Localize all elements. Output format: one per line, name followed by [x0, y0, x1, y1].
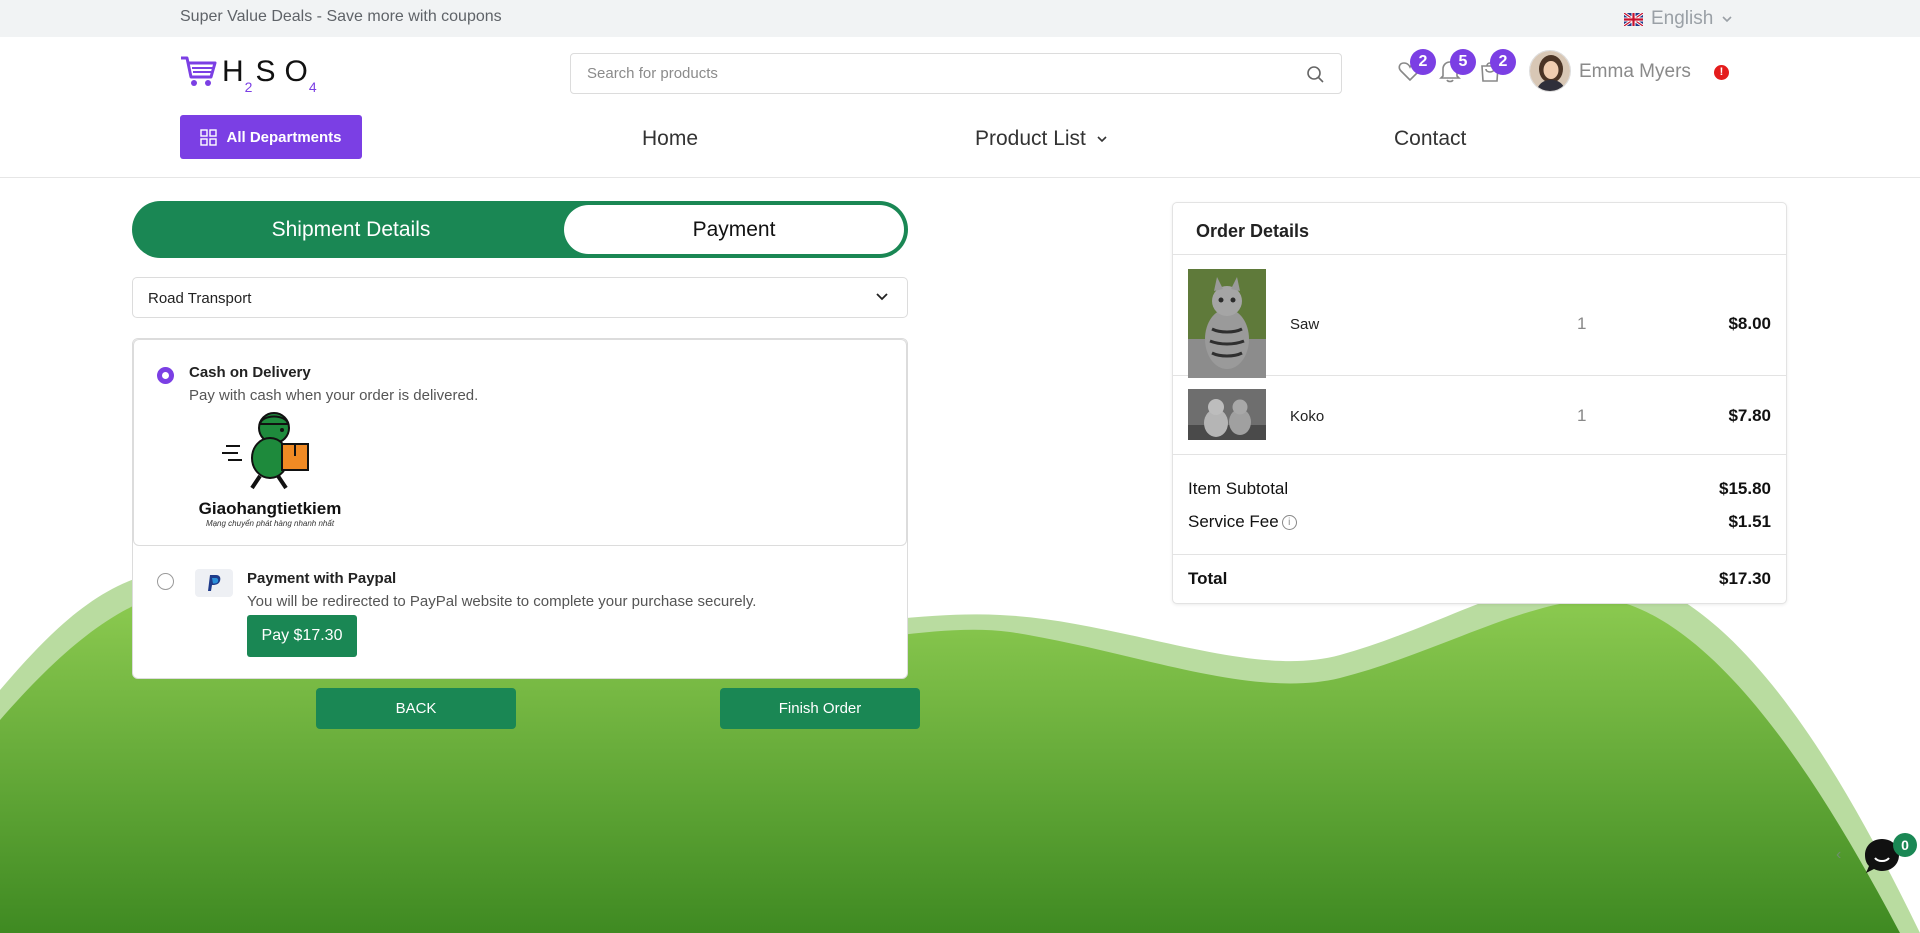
transport-select[interactable]: Road Transport	[132, 277, 908, 318]
option-cash-on-delivery[interactable]: Cash on Delivery Pay with cash when your…	[133, 339, 907, 546]
courier-mascot-icon	[222, 412, 309, 490]
chevron-down-icon	[1097, 136, 1107, 143]
notifications-count-badge: 5	[1450, 49, 1476, 75]
cod-title: Cash on Delivery	[189, 364, 311, 381]
user-photo	[1530, 51, 1570, 91]
chevron-down-icon	[876, 293, 888, 301]
nav-home[interactable]: Home	[642, 127, 698, 151]
avatar[interactable]	[1529, 50, 1571, 92]
chevron-down-icon	[1722, 16, 1732, 23]
paypal-radio[interactable]	[157, 573, 174, 590]
tab-payment[interactable]: Payment	[564, 205, 904, 254]
user-name[interactable]: Emma Myers	[1579, 61, 1691, 83]
search-bar	[570, 53, 1342, 94]
uk-flag-icon	[1624, 12, 1643, 26]
order-item-price: $8.00	[1728, 314, 1771, 333]
all-departments-label: All Departments	[226, 128, 342, 146]
payment-methods: Cash on Delivery Pay with cash when your…	[132, 338, 908, 679]
language-selector[interactable]: English	[1624, 8, 1733, 30]
order-details-title: Order Details	[1173, 203, 1786, 255]
nav-product-list[interactable]: Product List	[975, 127, 1108, 151]
chevron-left-icon[interactable]: ‹	[1836, 846, 1841, 864]
transport-value: Road Transport	[148, 290, 252, 307]
cart-count-badge: 2	[1490, 49, 1516, 75]
order-item-qty: 1	[1577, 406, 1587, 425]
cod-radio[interactable]	[157, 367, 174, 384]
divider	[1173, 554, 1786, 555]
product-image-koko	[1188, 389, 1266, 440]
subtotal-row: Item Subtotal $15.80	[1188, 479, 1771, 499]
paypal-description: You will be redirected to PayPal website…	[247, 593, 757, 610]
paypal-icon	[195, 569, 233, 597]
total-label: Total	[1188, 569, 1228, 588]
notifications-button[interactable]: 5	[1436, 49, 1476, 85]
service-fee-value: $1.51	[1728, 512, 1771, 531]
order-details-card: Order Details Saw 1 $8.00 Koko 1 $7.80 I…	[1172, 202, 1787, 604]
total-value: $17.30	[1719, 569, 1771, 588]
delivery-partner-name: Giaohangtietkiem	[198, 499, 342, 518]
site-logo[interactable]: H2SO4	[180, 55, 318, 95]
delivery-partner-tagline: Mạng chuyển phát hàng nhanh nhất	[205, 519, 335, 528]
cod-description: Pay with cash when your order is deliver…	[189, 387, 479, 404]
service-fee-label: Service Fee	[1188, 512, 1279, 531]
pay-with-paypal-button[interactable]: Pay $17.30	[247, 615, 357, 657]
all-departments-button[interactable]: All Departments	[180, 115, 362, 159]
order-item-name: Saw	[1290, 316, 1320, 333]
total-row: Total $17.30	[1188, 569, 1771, 589]
paypal-title: Payment with Paypal	[247, 570, 397, 587]
search-input[interactable]	[571, 54, 1271, 93]
order-item: Koko 1 $7.80	[1173, 376, 1786, 455]
tab-shipment-details[interactable]: Shipment Details	[136, 205, 566, 254]
checkout-step-tabs: Shipment Details Payment	[132, 201, 908, 258]
search-icon[interactable]	[1306, 65, 1325, 84]
cart-button[interactable]: 2	[1476, 49, 1516, 85]
logo-text: H2SO4	[222, 55, 318, 95]
subtotal-value: $15.80	[1719, 479, 1771, 498]
site-header: H2SO4 2 5 2 Emma Myers !	[0, 37, 1920, 178]
info-icon[interactable]: i	[1281, 515, 1297, 531]
order-item-qty: 1	[1577, 314, 1587, 333]
cart-logo-icon	[181, 56, 217, 86]
nav-product-list-label: Product List	[975, 127, 1086, 150]
subtotal-label: Item Subtotal	[1188, 479, 1289, 498]
grid-icon	[200, 128, 218, 146]
order-item-name: Koko	[1290, 408, 1325, 425]
nav-contact[interactable]: Contact	[1394, 127, 1466, 151]
order-item: Saw 1 $8.00	[1173, 255, 1786, 378]
chat-unread-badge: 0	[1893, 833, 1917, 857]
order-item-price: $7.80	[1728, 406, 1771, 425]
service-fee-label-wrap: Service Fee i	[1188, 512, 1297, 532]
back-button[interactable]: BACK	[316, 688, 516, 729]
alert-icon[interactable]: !	[1714, 65, 1729, 80]
wishlist-count-badge: 2	[1410, 49, 1436, 75]
language-label: English	[1651, 8, 1714, 29]
promo-text: Super Value Deals - Save more with coupo…	[180, 8, 502, 25]
top-bar: Super Value Deals - Save more with coupo…	[0, 0, 1920, 37]
delivery-partner-logo: Giaohangtietkiem Mạng chuyển phát hàng n…	[190, 408, 350, 528]
finish-order-button[interactable]: Finish Order	[720, 688, 920, 729]
wishlist-button[interactable]: 2	[1396, 49, 1436, 85]
product-image-saw	[1188, 269, 1266, 378]
service-fee-row: Service Fee i $1.51	[1188, 512, 1771, 532]
